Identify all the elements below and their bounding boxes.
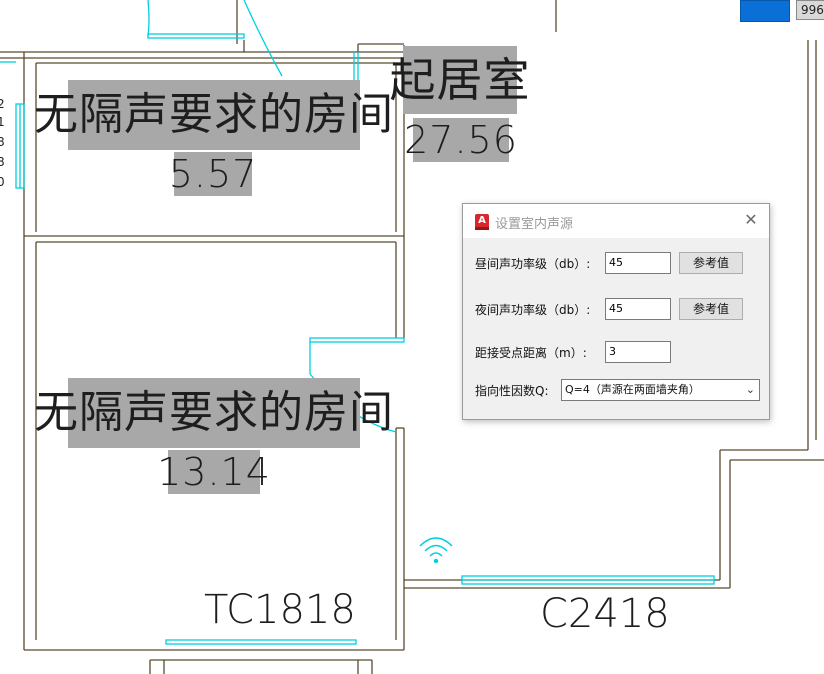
svg-text:8: 8: [0, 135, 5, 149]
distance-row: 距接受点距离（m）:: [475, 341, 587, 363]
wifi-icon: [419, 537, 453, 564]
sound-source-dialog: A 设置室内声源 ✕ 昼间声功率级（db）: 45 参考值 夜间声功率级（db）…: [462, 203, 770, 420]
room-area-label: 27.56: [404, 118, 518, 162]
window-label: C2418: [540, 591, 670, 637]
day-power-input[interactable]: 45: [605, 252, 671, 274]
night-power-row: 夜间声功率级（db）:: [475, 298, 590, 320]
directivity-value: Q=4（声源在两面墙夹角）: [565, 383, 700, 396]
room-name-label: 无隔声要求的房间: [34, 378, 393, 448]
svg-text:2: 2: [0, 97, 5, 111]
directivity-label: 指向性因数Q:: [475, 383, 549, 398]
distance-input[interactable]: 3: [605, 341, 671, 363]
toolbar-tab[interactable]: 996: [796, 0, 824, 20]
svg-text:8: 8: [0, 155, 5, 169]
dialog-title: 设置室内声源: [495, 217, 574, 232]
day-power-row: 昼间声功率级（db）:: [475, 252, 590, 274]
night-power-label: 夜间声功率级（db）:: [475, 302, 591, 317]
room-area-label: 5.57: [168, 152, 258, 196]
directivity-select[interactable]: Q=4（声源在两面墙夹角） ⌄: [561, 379, 760, 401]
chevron-down-icon[interactable]: ⌄: [746, 380, 755, 400]
dialog-titlebar[interactable]: A 设置室内声源 ✕: [463, 204, 769, 238]
room-area-label: 13.14: [157, 450, 271, 494]
night-power-input[interactable]: 45: [605, 298, 671, 320]
window-label: TC1818: [204, 587, 356, 633]
day-reference-button[interactable]: 参考值: [679, 252, 743, 274]
day-power-label: 昼间声功率级（db）:: [475, 256, 591, 271]
svg-text:1: 1: [0, 115, 5, 129]
room-name-label: 起居室: [390, 46, 530, 114]
toolbar-button[interactable]: [740, 0, 790, 22]
night-reference-button[interactable]: 参考值: [679, 298, 743, 320]
svg-text:0: 0: [0, 175, 5, 189]
directivity-row: 指向性因数Q:: [475, 379, 549, 401]
distance-label: 距接受点距离（m）:: [475, 345, 587, 360]
autocad-icon: A: [475, 214, 489, 230]
room-name-label: 无隔声要求的房间: [34, 80, 393, 150]
close-icon[interactable]: ✕: [741, 210, 761, 230]
